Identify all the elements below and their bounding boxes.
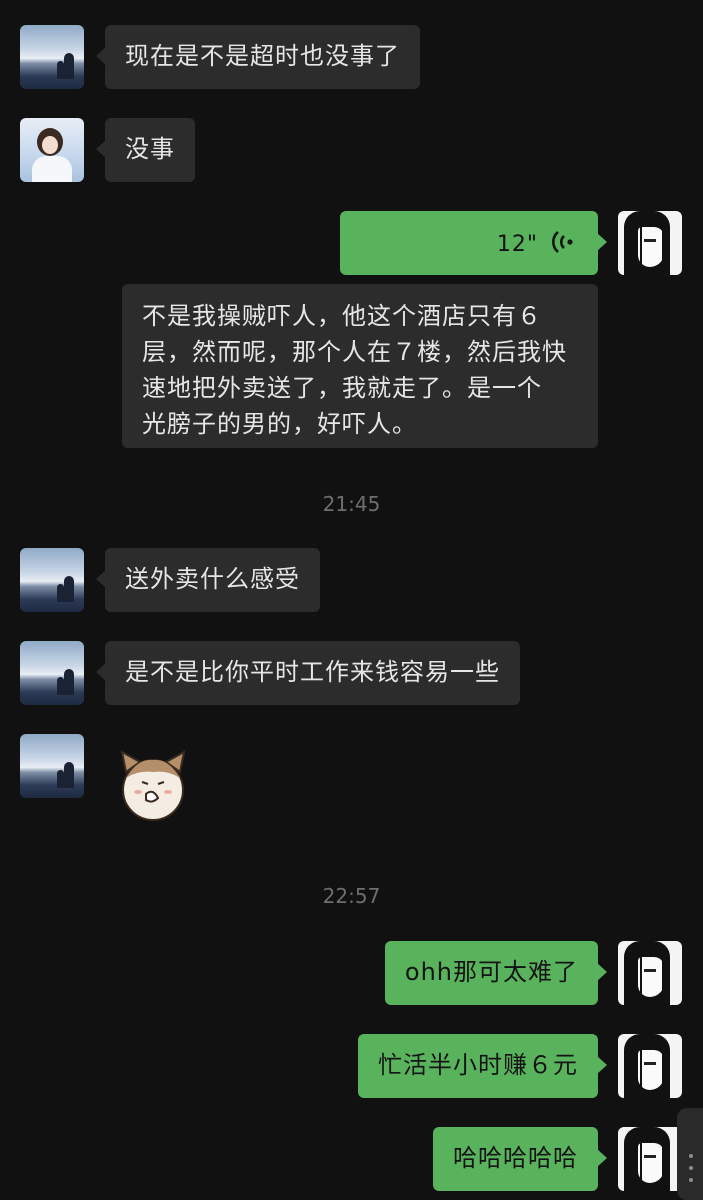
avatar-tree-shape bbox=[57, 770, 64, 788]
message-bubble[interactable]: 现在是不是超时也没事了 bbox=[96, 25, 420, 89]
message-text: 是不是比你平时工作来钱容易一些 bbox=[125, 658, 500, 686]
message-text: ohh那可太难了 bbox=[404, 958, 578, 986]
avatar-eye-shape bbox=[644, 1062, 656, 1065]
contact-avatar[interactable] bbox=[20, 25, 84, 89]
contact-avatar[interactable] bbox=[20, 734, 84, 798]
voice-message-bubble[interactable]: 12" bbox=[340, 211, 607, 275]
avatar-face-shape bbox=[638, 1143, 664, 1183]
avatar-hair-strands bbox=[632, 217, 634, 267]
avatar-face-shape bbox=[638, 957, 664, 997]
handle-dot bbox=[689, 1166, 693, 1170]
shy-cat-sticker[interactable] bbox=[118, 748, 188, 824]
voice-wave-icon bbox=[552, 231, 573, 253]
message-text: 没事 bbox=[125, 135, 175, 163]
message-bubble[interactable]: 没事 bbox=[96, 118, 195, 182]
avatar-face-shape bbox=[638, 1050, 664, 1090]
avatar-eye-shape bbox=[644, 969, 656, 972]
contact-avatar[interactable] bbox=[20, 548, 84, 612]
avatar-tree-shape bbox=[64, 576, 74, 602]
message-bubble[interactable]: 是不是比你平时工作来钱容易一些 bbox=[96, 641, 520, 705]
chat-timestamp: 21:45 bbox=[322, 492, 381, 516]
message-bubble[interactable]: 忙活半小时赚６元 bbox=[358, 1034, 607, 1098]
contact-avatar[interactable] bbox=[20, 118, 84, 182]
avatar-hair-strands bbox=[632, 947, 634, 997]
side-drag-handle[interactable] bbox=[677, 1108, 703, 1200]
my-avatar[interactable] bbox=[618, 1034, 682, 1098]
my-avatar[interactable] bbox=[618, 941, 682, 1005]
handle-dot bbox=[689, 1178, 693, 1182]
my-avatar[interactable] bbox=[618, 1127, 682, 1191]
avatar-tree-shape bbox=[57, 61, 64, 79]
my-avatar[interactable] bbox=[618, 211, 682, 275]
message-text: 现在是不是超时也没事了 bbox=[125, 42, 400, 70]
message-text: 哈哈哈哈哈 bbox=[453, 1144, 578, 1172]
message-line: 层，然而呢，那个人在７楼，然后我快 bbox=[142, 338, 567, 366]
avatar-tree-shape bbox=[57, 584, 64, 602]
avatar-eye-shape bbox=[644, 239, 656, 242]
message-bubble[interactable]: 不是我操贼吓人，他这个酒店只有６ 层，然而呢，那个人在７楼，然后我快 速地把外卖… bbox=[122, 284, 598, 448]
message-line: 不是我操贼吓人，他这个酒店只有６ bbox=[142, 302, 542, 330]
message-bubble[interactable]: ohh那可太难了 bbox=[384, 941, 608, 1005]
message-text: 忙活半小时赚６元 bbox=[378, 1051, 578, 1079]
message-bubble[interactable]: 送外卖什么感受 bbox=[96, 548, 320, 612]
avatar-eye-shape bbox=[644, 1155, 656, 1158]
avatar-tree-shape bbox=[64, 53, 74, 79]
avatar-face-shape bbox=[42, 136, 58, 154]
avatar-body-shape bbox=[32, 156, 72, 182]
handle-dot bbox=[689, 1154, 693, 1158]
message-line: 速地把外卖送了，我就走了。是一个 bbox=[142, 374, 542, 402]
avatar-tree-shape bbox=[57, 677, 64, 695]
avatar-face-shape bbox=[638, 227, 664, 267]
avatar-tree-shape bbox=[64, 669, 74, 695]
avatar-tree-shape bbox=[64, 762, 74, 788]
avatar-hair-strands bbox=[632, 1133, 634, 1183]
avatar-hair-strands bbox=[632, 1040, 634, 1090]
message-bubble[interactable]: 哈哈哈哈哈 bbox=[433, 1127, 607, 1191]
message-line: 光膀子的男的，好吓人。 bbox=[142, 410, 417, 438]
chat-timestamp: 22:57 bbox=[322, 884, 381, 908]
contact-avatar[interactable] bbox=[20, 641, 84, 705]
message-text: 送外卖什么感受 bbox=[125, 565, 300, 593]
voice-duration: 12" bbox=[496, 232, 538, 257]
